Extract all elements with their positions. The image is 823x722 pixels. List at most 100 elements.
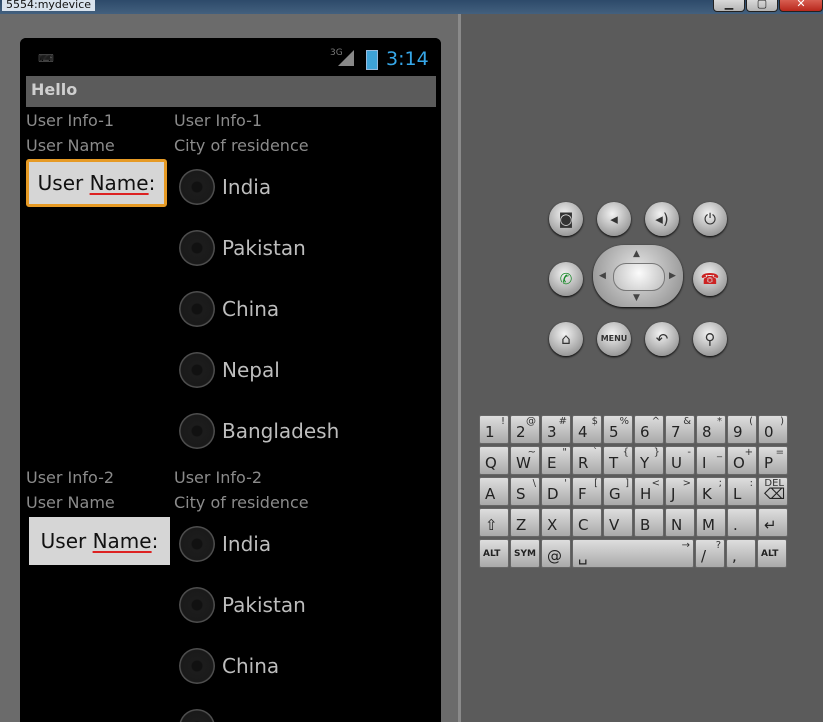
keyboard-key[interactable]: O +: [727, 446, 757, 475]
key-main-char: K: [702, 485, 712, 503]
keyboard-key[interactable]: E ": [541, 446, 571, 475]
keyboard-key[interactable]: 1!: [479, 415, 509, 444]
keyboard-key[interactable]: ⇧: [479, 508, 509, 537]
keyboard-key[interactable]: C: [572, 508, 602, 537]
keyboard-key[interactable]: Z: [510, 508, 540, 537]
keyboard-key[interactable]: M: [696, 508, 726, 537]
keyboard-key[interactable]: B: [634, 508, 664, 537]
key-main-char: 1: [485, 423, 495, 441]
radio-label-city: China: [222, 297, 280, 321]
field-text: User: [40, 529, 87, 553]
key-alt-char: →: [681, 540, 690, 551]
minimize-button[interactable]: ▁: [713, 0, 745, 12]
dpad-right-icon[interactable]: ▶: [669, 271, 676, 281]
keyboard-key[interactable]: ␣ →: [572, 539, 694, 568]
radio-button-city[interactable]: [179, 169, 215, 205]
keyboard-key[interactable]: H <: [634, 477, 664, 506]
keyboard-key[interactable]: 2 @: [510, 415, 540, 444]
dpad-up-icon[interactable]: ▲: [633, 249, 640, 259]
keyboard-key[interactable]: X: [541, 508, 571, 537]
keyboard-key[interactable]: K;: [696, 477, 726, 506]
radio-label-city: India: [222, 532, 272, 556]
keyboard-key[interactable]: S \: [510, 477, 540, 506]
maximize-button[interactable]: ▢: [746, 0, 778, 12]
status-bar: ⌨ 3G 3:14: [20, 38, 441, 76]
key-main-char: E: [547, 454, 557, 472]
volume-down-icon[interactable]: ◂: [597, 202, 631, 236]
radio-label-city: Nepal: [222, 358, 280, 382]
keyboard-key[interactable]: ,: [726, 539, 756, 568]
key-main-char: 3: [547, 423, 557, 441]
keyboard-key[interactable]: A: [479, 477, 509, 506]
end-call-icon[interactable]: ☎: [693, 262, 727, 296]
device-screen: ⌨ 3G 3:14 Hello User Info-1 User Info-1 …: [20, 38, 441, 722]
search-icon[interactable]: ⚲: [693, 322, 727, 356]
radio-button-city[interactable]: [179, 413, 215, 449]
keyboard-key[interactable]: T{: [603, 446, 633, 475]
key-alt-char: ': [564, 478, 567, 489]
keyboard-key[interactable]: I _: [696, 446, 726, 475]
close-button[interactable]: ✕: [779, 0, 823, 12]
keyboard-key[interactable]: /?: [695, 539, 725, 568]
keyboard-key[interactable]: ALT: [757, 539, 787, 568]
keyboard-key[interactable]: .: [727, 508, 757, 537]
dpad-center-button[interactable]: [613, 263, 665, 291]
keyboard-key[interactable]: V: [603, 508, 633, 537]
keyboard-key[interactable]: R `: [572, 446, 602, 475]
key-main-char: .: [733, 516, 738, 534]
key-main-char: P: [764, 454, 774, 472]
keyboard-key[interactable]: L:: [727, 477, 757, 506]
keyboard-key[interactable]: Q: [479, 446, 509, 475]
keyboard-row: ALT SYM @ ␣ → /?, ALT: [479, 539, 788, 568]
home-icon[interactable]: ⌂: [549, 322, 583, 356]
keyboard-key[interactable]: J >: [665, 477, 695, 506]
power-icon[interactable]: ⏻: [693, 202, 727, 236]
dpad-down-icon[interactable]: ▼: [633, 293, 640, 303]
keyboard-key[interactable]: ALT: [479, 539, 509, 568]
user-name-field[interactable]: User Name:: [29, 517, 170, 565]
keyboard-key[interactable]: W ~: [510, 446, 540, 475]
keyboard-key[interactable]: 9(: [727, 415, 757, 444]
keyboard-key[interactable]: Y}: [634, 446, 664, 475]
keyboard-key[interactable]: U-: [665, 446, 695, 475]
keyboard-key[interactable]: ⌫ DEL: [758, 477, 788, 506]
radio-button-city[interactable]: [179, 709, 215, 722]
keyboard-key[interactable]: 7 &: [665, 415, 695, 444]
keyboard-key[interactable]: 3 #: [541, 415, 571, 444]
camera-icon[interactable]: ◙: [549, 202, 583, 236]
keyboard-key[interactable]: G]: [603, 477, 633, 506]
keyboard-key[interactable]: @: [541, 539, 571, 568]
call-icon[interactable]: ✆: [549, 262, 583, 296]
dpad[interactable]: ▲ ▼ ◀ ▶: [593, 245, 683, 307]
radio-button-city[interactable]: [179, 230, 215, 266]
key-main-char: 5: [609, 423, 619, 441]
dpad-left-icon[interactable]: ◀: [599, 271, 606, 281]
keyboard-key[interactable]: 6 ^: [634, 415, 664, 444]
status-time: 3:14: [386, 48, 429, 70]
key-alt-char: @: [526, 416, 536, 427]
radio-button-city[interactable]: [179, 526, 215, 562]
radio-button-city[interactable]: [179, 587, 215, 623]
volume-up-icon[interactable]: ◂): [645, 202, 679, 236]
keyboard-key[interactable]: N: [665, 508, 695, 537]
keyboard-key[interactable]: 0): [758, 415, 788, 444]
radio-button-city[interactable]: [179, 648, 215, 684]
back-icon[interactable]: ↶: [645, 322, 679, 356]
keyboard-key[interactable]: F[: [572, 477, 602, 506]
user-name-field[interactable]: User Name:: [26, 159, 167, 207]
field-text-spellcheck: Name: [89, 171, 149, 195]
key-main-char: B: [640, 516, 651, 534]
key-alt-char: :: [749, 478, 753, 489]
keyboard-key[interactable]: 4 $: [572, 415, 602, 444]
keyboard-key[interactable]: P =: [758, 446, 788, 475]
keyboard-key[interactable]: 8 *: [696, 415, 726, 444]
keyboard-key[interactable]: ↵: [758, 508, 788, 537]
radio-button-city[interactable]: [179, 352, 215, 388]
keyboard-key[interactable]: SYM: [510, 539, 540, 568]
radio-button-city[interactable]: [179, 291, 215, 327]
key-alt-char: <: [651, 478, 660, 489]
radio-label-city: China: [222, 654, 280, 678]
keyboard-key[interactable]: D ': [541, 477, 571, 506]
keyboard-key[interactable]: 5%: [603, 415, 633, 444]
menu-icon[interactable]: MENU: [597, 322, 631, 356]
